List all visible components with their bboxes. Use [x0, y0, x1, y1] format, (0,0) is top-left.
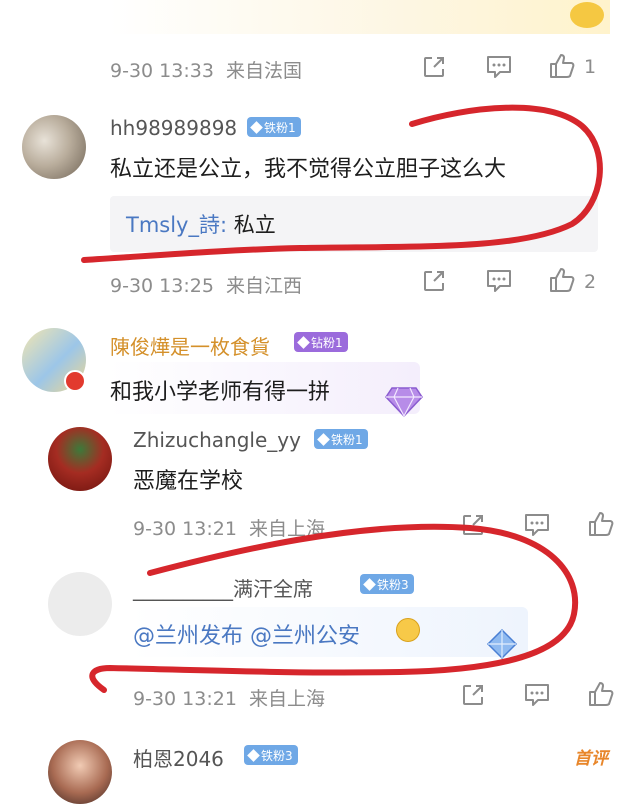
emoji-icon [396, 618, 420, 642]
share-icon[interactable] [460, 682, 486, 708]
fan-badge: 铁粉1 [247, 117, 301, 137]
fan-badge: 铁粉1 [314, 429, 368, 449]
fan-badge: 铁粉3 [244, 745, 298, 765]
username[interactable]: __________满汗全席 [133, 573, 313, 602]
mention-link[interactable]: @兰州公安 [250, 624, 360, 649]
username[interactable]: 柏恩2046 [133, 743, 224, 772]
like-icon[interactable] [587, 510, 615, 538]
like-icon[interactable] [587, 680, 615, 708]
top-cropped-strip [110, 0, 610, 34]
comment-text: 私立还是公立，我不觉得公立胆子这么大 [110, 157, 507, 182]
reply-text: @兰州发布 @兰州公安 [133, 618, 360, 650]
reply-user[interactable]: Tmsly_詩: [126, 213, 227, 237]
comment-timestamp: 9-30 13:25 来自江西 [110, 275, 303, 297]
comment-text: 和我小学老师有得一拼 [110, 380, 331, 405]
fan-badge: 钻粉1 [294, 332, 348, 352]
avatar[interactable] [48, 572, 112, 636]
diamond-sticker-icon [484, 628, 520, 664]
mention-link[interactable]: @兰州发布 [133, 624, 243, 649]
avatar[interactable] [48, 427, 112, 491]
username[interactable]: Zhizuchangle_yy [133, 428, 301, 452]
comment-icon[interactable] [485, 54, 513, 80]
avatar[interactable] [22, 115, 86, 179]
avatar[interactable] [48, 740, 112, 804]
comment-icon[interactable] [485, 268, 513, 294]
diamond-sticker-icon [384, 384, 424, 422]
share-icon[interactable] [460, 512, 486, 538]
reply-preview-text: Tmsly_詩: 私立 [126, 213, 276, 237]
like-icon[interactable] [548, 52, 576, 80]
like-count: 1 [584, 56, 597, 78]
comment-icon[interactable] [523, 682, 551, 708]
like-icon[interactable] [548, 266, 576, 294]
like-count: 2 [584, 271, 597, 293]
verified-badge-icon [64, 370, 86, 392]
first-comment-tag: 首评 [574, 749, 608, 769]
top-emoji-icon [570, 2, 604, 28]
username[interactable]: hh98989898 [110, 116, 237, 140]
reply-timestamp: 9-30 13:21 来自上海 [133, 688, 326, 710]
comment-icon[interactable] [523, 512, 551, 538]
fan-badge: 铁粉3 [360, 574, 414, 594]
share-icon[interactable] [421, 54, 447, 80]
share-icon[interactable] [421, 268, 447, 294]
username[interactable]: 陳俊燁是一枚食貨 [110, 331, 270, 360]
reply-text: 恶魔在学校 [133, 469, 244, 494]
reply-timestamp: 9-30 13:21 来自上海 [133, 518, 326, 540]
top-timestamp: 9-30 13:33 来自法国 [110, 60, 303, 82]
